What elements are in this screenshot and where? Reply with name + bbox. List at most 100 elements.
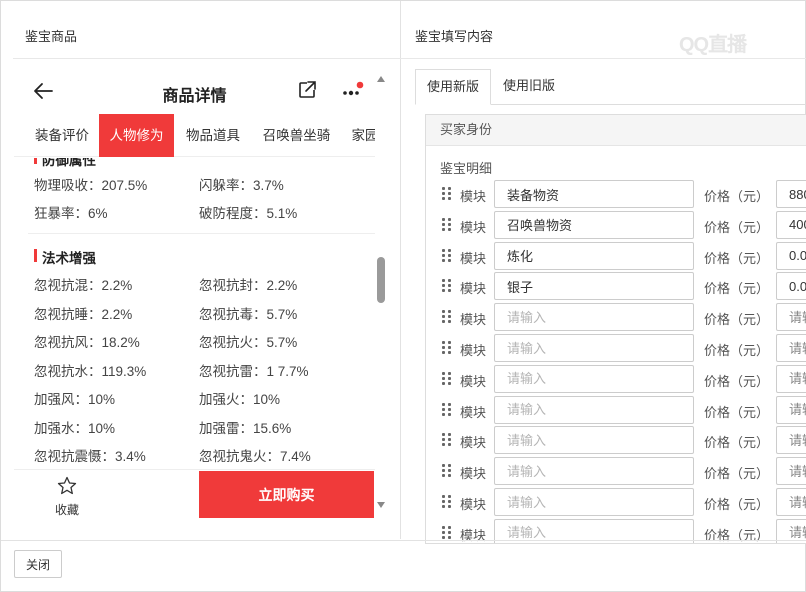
module-name-input[interactable] (494, 334, 694, 362)
stat-item: 加强风：10% (34, 392, 116, 407)
stat-item: 忽视抗睡：2.2% (34, 307, 133, 322)
stat-item: 忽视抗火：5.7% (199, 335, 298, 350)
favorite-button[interactable]: 收藏 (44, 476, 90, 518)
module-name-input[interactable] (494, 303, 694, 332)
price-input[interactable] (776, 364, 806, 393)
module-name-input[interactable] (494, 272, 694, 301)
right-panel-title: 鉴宝填写内容 (415, 29, 494, 44)
version-tabs: 使用新版 使用旧版 (415, 69, 806, 105)
detail-row: 模块 价格（元） (426, 333, 806, 364)
drag-handle-icon[interactable] (442, 279, 452, 293)
module-name-input[interactable] (494, 210, 694, 239)
drag-handle-icon[interactable] (442, 402, 452, 417)
detail-row: 模块 价格（元） (426, 425, 806, 456)
left-panel: 鉴宝商品 商品详情 装备评价 人物修为 物品道具 召唤兽坐骑 家园 防御属性 物… (1, 1, 401, 539)
divider (401, 58, 806, 59)
price-input[interactable] (776, 334, 806, 362)
module-name-input[interactable] (494, 395, 694, 424)
price-input[interactable] (776, 241, 806, 270)
module-name-input[interactable] (494, 364, 694, 393)
stat-item: 忽视抗震慑：3.4% (34, 449, 146, 464)
module-label: 模块 (460, 373, 487, 389)
section-divider (28, 233, 375, 234)
buyer-identity-header[interactable]: 买家身份 (426, 115, 806, 146)
module-label: 模块 (460, 250, 487, 266)
stat-item: 加强水：10% (34, 421, 116, 436)
detail-row: 模块 价格（元） (426, 364, 806, 395)
tab-pets-mounts[interactable]: 召唤兽坐骑 (254, 114, 339, 157)
drag-handle-icon[interactable] (442, 371, 452, 386)
magic-section-title: 法术增强 (34, 247, 96, 267)
price-label: 价格（元） (704, 373, 770, 389)
module-name-input[interactable] (494, 457, 694, 486)
detail-row: 模块 价格（元） (426, 487, 806, 518)
module-label: 模块 (460, 435, 487, 451)
drag-handle-icon[interactable] (442, 248, 452, 263)
price-input[interactable] (776, 210, 806, 239)
price-input[interactable] (776, 272, 806, 301)
scroll-down-arrow-icon[interactable] (377, 501, 385, 509)
detail-row: 模块 价格（元） (426, 302, 806, 333)
price-label: 价格（元） (704, 497, 770, 512)
tab-character-cultivation[interactable]: 人物修为 (99, 114, 174, 157)
price-input[interactable] (776, 488, 806, 516)
module-label: 模块 (460, 189, 487, 204)
favorite-label: 收藏 (54, 503, 79, 517)
drag-handle-icon[interactable] (442, 217, 452, 232)
price-input[interactable] (776, 457, 806, 486)
stat-item: 忽视抗风：18.2% (34, 335, 140, 350)
preview-header: 商品详情 (14, 71, 375, 111)
price-input[interactable] (776, 303, 806, 332)
appraisal-detail-label: 鉴宝明细 (440, 161, 493, 176)
detail-row: 模块 价格（元） (426, 456, 806, 487)
module-name-input[interactable] (494, 426, 694, 455)
drag-handle-icon[interactable] (442, 495, 452, 509)
module-label: 模块 (460, 404, 487, 420)
stat-item: 忽视抗雷：1 7.7% (199, 364, 309, 379)
price-label: 价格（元） (704, 343, 770, 358)
price-label: 价格（元） (704, 404, 770, 420)
drag-handle-icon[interactable] (442, 310, 452, 324)
share-icon[interactable] (297, 80, 317, 100)
stat-item: 物理吸收：207.5% (34, 178, 148, 193)
buy-now-button[interactable]: 立即购买 (199, 471, 374, 518)
drag-handle-icon[interactable] (442, 525, 452, 540)
attribute-content: 防御属性 物理吸收：207.5% 闪躲率：3.7% 狂暴率：6% 破防程度：5.… (14, 158, 375, 470)
divider (13, 58, 401, 59)
detail-row: 模块 价格（元） (426, 179, 806, 210)
price-input[interactable] (776, 426, 806, 455)
defense-section-title: 防御属性 (34, 158, 96, 169)
preview-title: 商品详情 (162, 88, 227, 105)
price-input[interactable] (776, 180, 806, 208)
drag-handle-icon[interactable] (442, 464, 452, 478)
module-name-input[interactable] (494, 488, 694, 516)
module-label: 模块 (460, 343, 487, 358)
price-input[interactable] (776, 395, 806, 424)
purchase-bar: 收藏 立即购买 (14, 469, 375, 521)
price-label: 价格（元） (704, 312, 770, 328)
star-icon (57, 476, 77, 495)
left-panel-title: 鉴宝商品 (25, 29, 78, 44)
tab-new-version[interactable]: 使用新版 (415, 69, 492, 105)
dialog: 鉴宝商品 商品详情 装备评价 人物修为 物品道具 召唤兽坐骑 家园 防御属性 物… (0, 0, 806, 592)
stat-item: 忽视抗封：2.2% (199, 278, 298, 293)
drag-handle-icon[interactable] (442, 433, 452, 447)
tab-items[interactable]: 物品道具 (178, 114, 248, 157)
tab-old-version[interactable]: 使用旧版 (492, 69, 566, 105)
scrollbar-thumb[interactable] (377, 257, 385, 303)
module-name-input[interactable] (494, 241, 694, 270)
scroll-up-arrow-icon[interactable] (377, 75, 385, 83)
detail-row: 模块 价格（元） (426, 271, 806, 302)
stat-item: 忽视抗毒：5.7% (199, 307, 298, 322)
detail-row: 模块 价格（元） (426, 241, 806, 272)
price-label: 价格（元） (704, 250, 770, 266)
stat-item: 忽视抗混：2.2% (34, 278, 133, 293)
more-icon[interactable] (340, 80, 364, 102)
drag-handle-icon[interactable] (442, 187, 452, 201)
drag-handle-icon[interactable] (442, 341, 452, 355)
tab-home[interactable]: 家园 (345, 114, 376, 157)
tab-equipment-review[interactable]: 装备评价 (28, 114, 96, 157)
close-button[interactable]: 关闭 (14, 550, 62, 578)
module-name-input[interactable] (494, 180, 694, 208)
price-label: 价格（元） (704, 219, 770, 235)
